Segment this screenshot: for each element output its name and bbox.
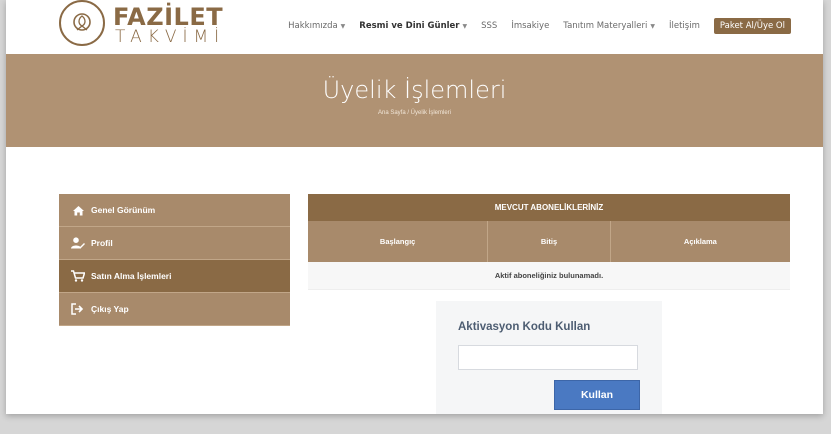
activation-panel: Aktivasyon Kodu Kullan Kullan bbox=[436, 301, 662, 414]
table-header-row: Başlangıç Bitiş Açıklama bbox=[308, 221, 790, 262]
sign-out-icon bbox=[71, 303, 85, 315]
sidebar-item-label: Çıkış Yap bbox=[91, 304, 129, 314]
package-signup-button[interactable]: Paket Al/Üye Ol bbox=[713, 18, 791, 34]
nav-item-label: İletişim bbox=[669, 21, 700, 31]
nav-item-label: Resmi ve Dini Günler bbox=[359, 21, 460, 31]
nav-item-imsakiye[interactable]: İmsakiye bbox=[511, 21, 549, 31]
use-code-button[interactable]: Kullan bbox=[554, 380, 640, 410]
chevron-down-icon: ▼ bbox=[340, 22, 346, 30]
sidebar-item-label: Satın Alma İşlemleri bbox=[91, 271, 172, 281]
sidebar-item-label: Genel Görünüm bbox=[91, 205, 156, 215]
page-title: Üyelik İşlemleri bbox=[322, 76, 507, 104]
nav-item-label: İmsakiye bbox=[511, 21, 550, 31]
account-sidebar: Genel Görünüm Profil Satın Alma İşlemler… bbox=[59, 194, 290, 326]
column-header-aciklama: Açıklama bbox=[683, 237, 717, 246]
main-nav: Hakkımızda ▼ Resmi ve Dini Günler ▼ SSS … bbox=[274, 18, 791, 34]
home-icon bbox=[71, 204, 85, 216]
activation-title: Aktivasyon Kodu Kullan bbox=[458, 321, 591, 333]
sidebar-item-profil[interactable]: Profil bbox=[59, 227, 290, 260]
page: FAZİLET TAKVİMİ Hakkımızda ▼ Resmi ve Di… bbox=[6, 0, 823, 414]
user-edit-icon bbox=[71, 237, 85, 249]
nav-item-label: Tanıtım Materyalleri bbox=[563, 21, 648, 31]
nav-item-iletisim[interactable]: İletişim bbox=[669, 21, 700, 31]
column-header-bitis: Bitiş bbox=[488, 221, 611, 262]
nav-item-label: SSS bbox=[481, 21, 498, 31]
table-title: MEVCUT ABONELİKLERİNİZ bbox=[308, 194, 790, 221]
column-header-baslangic: Başlangıç bbox=[308, 221, 489, 262]
chevron-down-icon: ▼ bbox=[650, 22, 655, 30]
brand-subtitle: TAKVİMİ bbox=[115, 27, 226, 47]
cart-icon bbox=[71, 270, 85, 282]
nav-item-tanitim-materyalleri[interactable]: Tanıtım Materyalleri ▼ bbox=[563, 21, 655, 31]
site-header: FAZİLET TAKVİMİ Hakkımızda ▼ Resmi ve Di… bbox=[6, 0, 823, 54]
nav-item-sss[interactable]: SSS bbox=[481, 21, 497, 31]
breadcrumb[interactable]: Ana Sayfa / Üyelik İşlemleri bbox=[6, 110, 823, 116]
nav-item-resmi-ve-dini-gunler[interactable]: Resmi ve Dini Günler ▼ bbox=[359, 21, 467, 31]
chevron-down-icon: ▼ bbox=[462, 22, 468, 30]
subscriptions-table: MEVCUT ABONELİKLERİNİZ Başlangıç Bitiş A… bbox=[308, 194, 790, 290]
rose-emblem-icon bbox=[59, 0, 105, 46]
sidebar-item-cikis-yap[interactable]: Çıkış Yap bbox=[59, 293, 290, 326]
page-hero: Üyelik İşlemleri Ana Sayfa / Üyelik İşle… bbox=[6, 54, 823, 147]
sidebar-item-genel-gorunum[interactable]: Genel Görünüm bbox=[59, 194, 290, 227]
sidebar-item-label: Profil bbox=[91, 238, 113, 248]
sidebar-item-satin-alma-islemleri[interactable]: Satın Alma İşlemleri bbox=[59, 260, 290, 293]
activation-code-input[interactable] bbox=[458, 345, 638, 370]
empty-state-message: Aktif aboneliğiniz bulunamadı. bbox=[308, 262, 790, 290]
logo[interactable]: FAZİLET TAKVİMİ bbox=[59, 0, 223, 50]
nav-item-label: Hakkımızda bbox=[288, 21, 338, 31]
nav-item-hakkimizda[interactable]: Hakkımızda ▼ bbox=[288, 21, 345, 31]
